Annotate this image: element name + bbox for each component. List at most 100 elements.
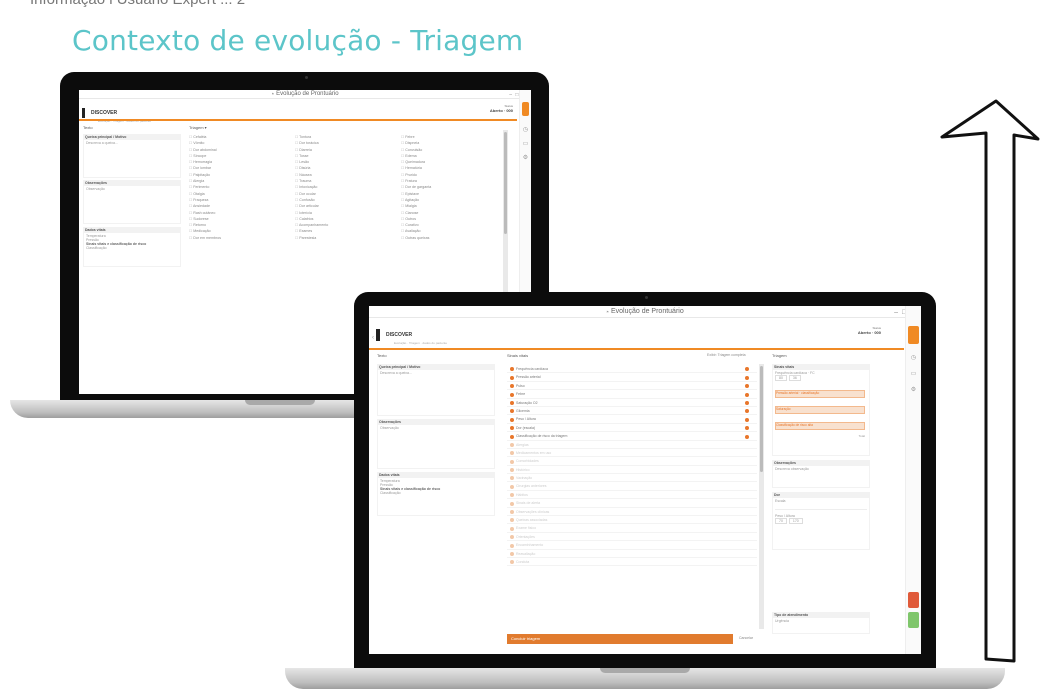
alert-flag-icon[interactable] xyxy=(745,367,749,372)
vitals-value[interactable]: Classificação xyxy=(380,491,492,495)
complaint-checkbox[interactable]: Dor abdominal xyxy=(189,148,287,152)
complaint-checkbox[interactable]: Palpitação xyxy=(189,173,287,177)
list-item[interactable]: Cirurgias anteriores xyxy=(507,482,757,491)
list-item[interactable]: Febre xyxy=(507,390,757,399)
list-scrollbar[interactable] xyxy=(759,364,764,629)
complaint-checkbox[interactable]: Ansiedade xyxy=(189,204,287,208)
complaint-checkbox[interactable]: Calafrios xyxy=(295,217,393,221)
complaint-checkbox[interactable]: Trauma xyxy=(295,179,393,183)
vitals-value[interactable]: Classificação xyxy=(86,246,178,250)
list-item[interactable]: Peso / Altura xyxy=(507,415,757,424)
list-item[interactable]: Histórico xyxy=(507,466,757,475)
complaint-checkbox[interactable]: Icterícia xyxy=(295,211,393,215)
pain-scale-field[interactable]: Escala xyxy=(775,499,867,510)
list-item[interactable]: Exame físico xyxy=(507,524,757,533)
complaint-checkbox[interactable]: Tosse xyxy=(295,154,393,158)
complaint-checkbox[interactable]: Retorno xyxy=(189,223,287,227)
complaint-checkbox[interactable]: Rash cutâneo xyxy=(189,211,287,215)
view-selector[interactable]: Exibir: Triagem completa xyxy=(707,353,746,357)
complaint-checkbox[interactable]: Queimadura xyxy=(401,160,499,164)
alert-flag-icon[interactable] xyxy=(745,400,749,405)
confirm-button[interactable] xyxy=(908,612,919,628)
list-item[interactable]: Conduta xyxy=(507,558,757,567)
document-icon[interactable]: ▭ xyxy=(523,140,529,147)
alert-flag-icon[interactable] xyxy=(745,434,749,439)
alert-flag-icon[interactable] xyxy=(745,409,749,414)
complaint-checkbox[interactable]: Tontura xyxy=(295,135,393,139)
document-icon[interactable]: ▭ xyxy=(911,370,917,377)
care-type-select[interactable]: Urgência xyxy=(773,618,869,633)
list-item[interactable]: Hábitos xyxy=(507,491,757,500)
complaint-checkbox[interactable]: Dor torácica xyxy=(295,141,393,145)
list-item[interactable]: Orientações xyxy=(507,533,757,542)
complaint-checkbox[interactable]: Acompanhamento xyxy=(295,223,393,227)
rp-notes-textarea[interactable]: Descreva observação xyxy=(773,466,869,487)
list-item[interactable]: Frequência cardíaca xyxy=(507,365,757,374)
list-item[interactable]: Vacinação xyxy=(507,474,757,483)
complaint-checkbox[interactable]: Outras queixas xyxy=(401,236,499,240)
complaint-checkbox[interactable]: Dispneia xyxy=(401,141,499,145)
complaint-checkbox[interactable]: Exames xyxy=(295,229,393,233)
complaint-checkbox[interactable]: Mialgia xyxy=(401,204,499,208)
back-icon[interactable]: ‹ xyxy=(372,335,374,341)
save-button[interactable] xyxy=(522,102,529,116)
alert-flag-icon[interactable] xyxy=(745,375,749,380)
complaint-checkbox[interactable]: Edema xyxy=(401,154,499,158)
rp-input[interactable]: 80 xyxy=(775,375,787,381)
complaint-checkbox[interactable]: Fraqueza xyxy=(189,198,287,202)
rp-input[interactable]: 70 xyxy=(775,518,787,524)
list-item[interactable]: Dor (escala) xyxy=(507,424,757,433)
complaint-checkbox[interactable]: Vômito xyxy=(189,141,287,145)
alert-flag-icon[interactable] xyxy=(745,384,749,389)
complaint-checkbox[interactable]: Avaliação xyxy=(401,229,499,233)
complaint-checkbox[interactable]: Sudorese xyxy=(189,217,287,221)
list-item[interactable]: Glicemia xyxy=(507,407,757,416)
list-item[interactable]: Reavaliação xyxy=(507,550,757,558)
list-item[interactable]: Saturação O2 xyxy=(507,399,757,407)
list-item[interactable]: Encaminhamento xyxy=(507,541,757,550)
complaint-checkbox[interactable]: Ferimento xyxy=(189,185,287,189)
right-panel-header[interactable]: Triagem ▾ xyxy=(189,125,207,130)
complaint-checkbox[interactable]: Cefaléia xyxy=(189,135,287,139)
complaint-checkbox[interactable]: Náusea xyxy=(295,173,393,177)
list-item[interactable]: Sinais de alerta xyxy=(507,499,757,508)
cancel-button[interactable]: Cancelar xyxy=(739,636,753,640)
rp-input[interactable]: 170 xyxy=(788,518,803,524)
complaint-checkbox[interactable]: Agitação xyxy=(401,198,499,202)
complaint-checkbox[interactable]: Intoxicação xyxy=(295,185,393,189)
complaint-checkbox[interactable]: Fratura xyxy=(401,179,499,183)
notes-textarea[interactable]: Observação xyxy=(378,425,494,468)
scrollbar-thumb[interactable] xyxy=(504,132,507,234)
complaint-checkbox[interactable]: Alergia xyxy=(189,179,287,183)
complaint-checkbox[interactable]: Otalgia xyxy=(189,192,287,196)
save-button[interactable] xyxy=(908,326,919,344)
list-item[interactable]: Pressão arterial xyxy=(507,373,757,382)
complaint-checkbox[interactable]: Dor em membros xyxy=(189,236,287,240)
complaint-checkbox[interactable]: Dor ocular xyxy=(295,192,393,196)
complaint-textarea[interactable]: Descreva a queixa... xyxy=(84,140,180,177)
list-item[interactable]: Queixas associadas xyxy=(507,516,757,525)
list-item[interactable]: Classificação de risco da triagem xyxy=(507,432,757,441)
complaint-checkbox[interactable]: Diarreia xyxy=(295,148,393,152)
complaint-checkbox[interactable]: Curativo xyxy=(401,223,499,227)
rp-input[interactable]: 36 xyxy=(788,375,801,381)
complaint-checkbox[interactable]: Medicação xyxy=(189,229,287,233)
history-icon[interactable]: ◷ xyxy=(523,126,528,133)
alert-flag-icon[interactable] xyxy=(745,392,749,397)
alert-flag-icon[interactable] xyxy=(745,417,749,422)
complaint-checkbox[interactable]: Febre xyxy=(401,135,499,139)
list-item[interactable]: Comorbidades xyxy=(507,457,757,466)
complaint-checkbox[interactable]: Disúria xyxy=(295,166,393,170)
complaint-textarea[interactable]: Descreva a queixa... xyxy=(378,370,494,415)
complaint-checkbox[interactable]: Hemorragia xyxy=(189,160,287,164)
settings-icon[interactable]: ⚙ xyxy=(523,154,528,161)
list-item[interactable]: Pulso xyxy=(507,382,757,391)
complaint-checkbox[interactable]: Dor de garganta xyxy=(401,185,499,189)
complaint-checkbox[interactable]: Prurido xyxy=(401,173,499,177)
history-icon[interactable]: ◷ xyxy=(911,354,916,361)
finish-triage-bar[interactable]: Concluir triagem xyxy=(507,634,733,644)
scrollbar-thumb[interactable] xyxy=(760,366,763,472)
complaint-checkbox[interactable]: Epistaxe xyxy=(401,192,499,196)
complaint-checkbox[interactable]: Convulsão xyxy=(401,148,499,152)
delete-button[interactable] xyxy=(908,592,919,608)
